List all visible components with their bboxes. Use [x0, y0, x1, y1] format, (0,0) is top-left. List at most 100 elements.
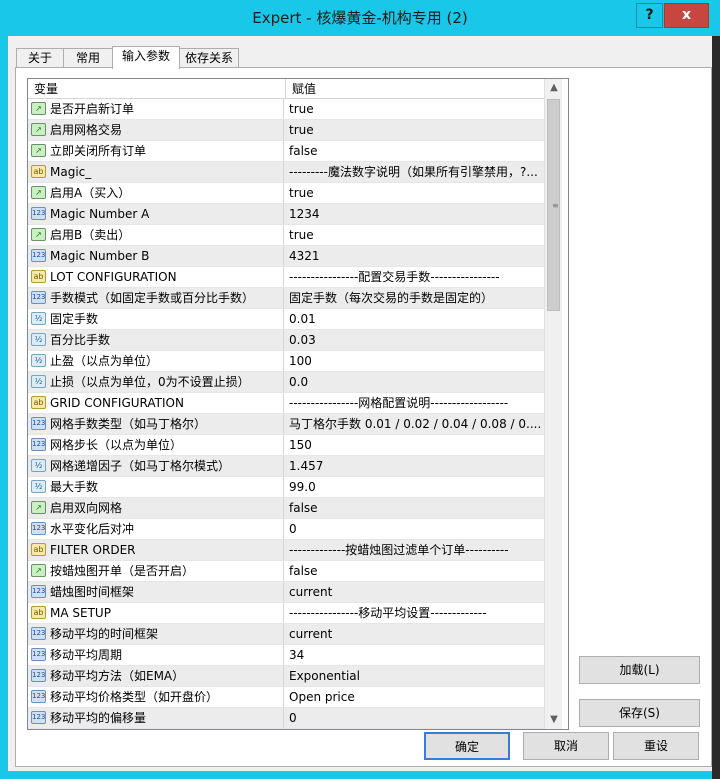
parameter-value[interactable]: 1234: [289, 204, 542, 224]
scroll-up-arrow-icon[interactable]: ▲: [545, 79, 563, 97]
123-icon: 123: [31, 249, 46, 262]
123-icon: 123: [31, 207, 46, 220]
tab-dependencies[interactable]: 依存关系: [179, 48, 239, 68]
column-header-variable[interactable]: 变量: [28, 79, 286, 99]
chart-line-icon: ↗: [31, 123, 46, 136]
parameter-value[interactable]: true: [289, 225, 542, 245]
parameter-value[interactable]: false: [289, 141, 542, 161]
parameter-value[interactable]: false: [289, 561, 542, 581]
parameter-value[interactable]: 0.01: [289, 309, 542, 329]
parameter-value[interactable]: Open price: [289, 687, 542, 707]
parameter-value[interactable]: 0: [289, 519, 542, 539]
parameter-value[interactable]: ----------------移动平均设置-------------: [289, 603, 542, 623]
parameter-value[interactable]: 0.03: [289, 330, 542, 350]
parameter-name: 网格手数类型（如马丁格尔）: [50, 414, 284, 434]
dialog-client-area: 关于 常用 输入参数 依存关系 变量 赋值 ↗ 是否开启新订单 true ↗ 启用网格交…: [8, 36, 712, 771]
parameter-row[interactable]: 123 Magic Number B 4321: [28, 246, 544, 267]
chart-line-icon: ↗: [31, 144, 46, 157]
parameter-value[interactable]: 固定手数（每次交易的手数是固定的）: [289, 288, 542, 308]
parameter-row[interactable]: ½ 止损（以点为单位，0为不设置止损） 0.0: [28, 372, 544, 393]
parameter-row[interactable]: ab FILTER ORDER -------------按蜡烛图过滤单个订单---…: [28, 540, 544, 561]
scroll-down-arrow-icon[interactable]: ▼: [545, 711, 563, 729]
scrollbar-thumb[interactable]: ≡: [547, 99, 560, 311]
parameter-value[interactable]: ----------------配置交易手数----------------: [289, 267, 542, 287]
parameter-row[interactable]: ↗ 启用双向网格 false: [28, 498, 544, 519]
parameter-value[interactable]: true: [289, 183, 542, 203]
half-icon: ½: [31, 375, 46, 388]
parameter-row[interactable]: ↗ 启用网格交易 true: [28, 120, 544, 141]
parameter-row[interactable]: 123 移动平均的时间框架 current: [28, 624, 544, 645]
parameter-row[interactable]: ↗ 是否开启新订单 true: [28, 99, 544, 120]
close-button[interactable]: x: [664, 3, 709, 28]
parameter-value[interactable]: 4321: [289, 246, 542, 266]
reset-button[interactable]: 重设: [613, 732, 699, 760]
parameter-row[interactable]: 123 移动平均的偏移量 0: [28, 708, 544, 729]
parameter-row[interactable]: 123 水平变化后对冲 0: [28, 519, 544, 540]
parameter-row[interactable]: ↗ 立即关闭所有订单 false: [28, 141, 544, 162]
parameter-row[interactable]: ½ 止盈（以点为单位） 100: [28, 351, 544, 372]
tab-about[interactable]: 关于: [16, 48, 64, 68]
123-icon: 123: [31, 627, 46, 640]
parameter-value[interactable]: 34: [289, 645, 542, 665]
parameter-value[interactable]: 0.0: [289, 372, 542, 392]
parameter-value[interactable]: ---------魔法数字说明（如果所有引擎禁用，?...: [289, 162, 542, 182]
parameter-value[interactable]: current: [289, 582, 542, 602]
parameter-row[interactable]: ↗ 启用B（卖出） true: [28, 225, 544, 246]
123-icon: 123: [31, 669, 46, 682]
parameter-value[interactable]: false: [289, 498, 542, 518]
vertical-scrollbar[interactable]: ▲ ≡ ▼: [544, 79, 562, 729]
ok-button[interactable]: 确定: [424, 732, 510, 760]
123-icon: 123: [31, 522, 46, 535]
parameter-value[interactable]: -------------按蜡烛图过滤单个订单----------: [289, 540, 542, 560]
half-icon: ½: [31, 333, 46, 346]
parameter-value[interactable]: ----------------网格配置说明------------------: [289, 393, 542, 413]
parameters-grid: 变量 赋值 ↗ 是否开启新订单 true ↗ 启用网格交易 true ↗ 立即关闭所有订单 fa…: [27, 78, 569, 730]
parameter-row[interactable]: 123 移动平均周期 34: [28, 645, 544, 666]
parameter-rows: ↗ 是否开启新订单 true ↗ 启用网格交易 true ↗ 立即关闭所有订单 false ab M…: [28, 99, 544, 729]
parameter-value[interactable]: 150: [289, 435, 542, 455]
parameter-row[interactable]: 123 网格步长（以点为单位） 150: [28, 435, 544, 456]
parameter-row[interactable]: ab LOT CONFIGURATION ----------------配置交易手…: [28, 267, 544, 288]
parameter-row[interactable]: 123 手数模式（如固定手数或百分比手数） 固定手数（每次交易的手数是固定的）: [28, 288, 544, 309]
expert-dialog-window: Expert - 核爆黄金-机构专用 (2) ? x 关于 常用 输入参数 依存…: [0, 0, 720, 779]
load-button[interactable]: 加载(L): [579, 656, 700, 684]
123-icon: 123: [31, 291, 46, 304]
parameter-value[interactable]: true: [289, 120, 542, 140]
parameter-row[interactable]: ½ 百分比手数 0.03: [28, 330, 544, 351]
parameter-row[interactable]: 123 蜡烛图时间框架 current: [28, 582, 544, 603]
help-button[interactable]: ?: [636, 3, 663, 28]
parameter-row[interactable]: ab Magic_ ---------魔法数字说明（如果所有引擎禁用，?...: [28, 162, 544, 183]
tab-inputs[interactable]: 输入参数: [112, 46, 180, 69]
parameter-row[interactable]: 123 网格手数类型（如马丁格尔） 马丁格尔手数 0.01 / 0.02 / 0.0…: [28, 414, 544, 435]
parameter-name: 是否开启新订单: [50, 99, 284, 119]
parameter-value[interactable]: 1.457: [289, 456, 542, 476]
parameter-row[interactable]: ↗ 按蜡烛图开单（是否开启） false: [28, 561, 544, 582]
123-icon: 123: [31, 417, 46, 430]
parameter-value[interactable]: 99.0: [289, 477, 542, 497]
parameter-value[interactable]: 100: [289, 351, 542, 371]
parameter-row[interactable]: 123 移动平均价格类型（如开盘价） Open price: [28, 687, 544, 708]
column-header-value[interactable]: 赋值: [286, 79, 544, 99]
parameter-row[interactable]: ½ 网格递增因子（如马丁格尔模式） 1.457: [28, 456, 544, 477]
save-button[interactable]: 保存(S): [579, 699, 700, 727]
parameter-row[interactable]: ↗ 启用A（买入） true: [28, 183, 544, 204]
parameter-name: MA SETUP: [50, 603, 284, 623]
123-icon: 123: [31, 438, 46, 451]
parameter-value[interactable]: 马丁格尔手数 0.01 / 0.02 / 0.04 / 0.08 / 0....: [289, 414, 542, 434]
parameter-row[interactable]: ½ 固定手数 0.01: [28, 309, 544, 330]
parameter-row[interactable]: 123 Magic Number A 1234: [28, 204, 544, 225]
parameter-value[interactable]: true: [289, 99, 542, 119]
parameter-value[interactable]: current: [289, 624, 542, 644]
parameter-row[interactable]: 123 移动平均方法（如EMA） Exponential: [28, 666, 544, 687]
parameter-name: 启用A（买入）: [50, 183, 284, 203]
parameter-value[interactable]: 0: [289, 708, 542, 728]
parameter-row[interactable]: ab MA SETUP ----------------移动平均设置--------…: [28, 603, 544, 624]
parameter-name: 移动平均的偏移量: [50, 708, 284, 728]
parameter-row[interactable]: ½ 最大手数 99.0: [28, 477, 544, 498]
parameter-name: 网格步长（以点为单位）: [50, 435, 284, 455]
parameter-row[interactable]: ab GRID CONFIGURATION ----------------网格配置…: [28, 393, 544, 414]
cancel-button[interactable]: 取消: [523, 732, 609, 760]
title-bar[interactable]: Expert - 核爆黄金-机构专用 (2) ? x: [0, 0, 720, 36]
parameter-value[interactable]: Exponential: [289, 666, 542, 686]
tab-common[interactable]: 常用: [63, 48, 113, 68]
